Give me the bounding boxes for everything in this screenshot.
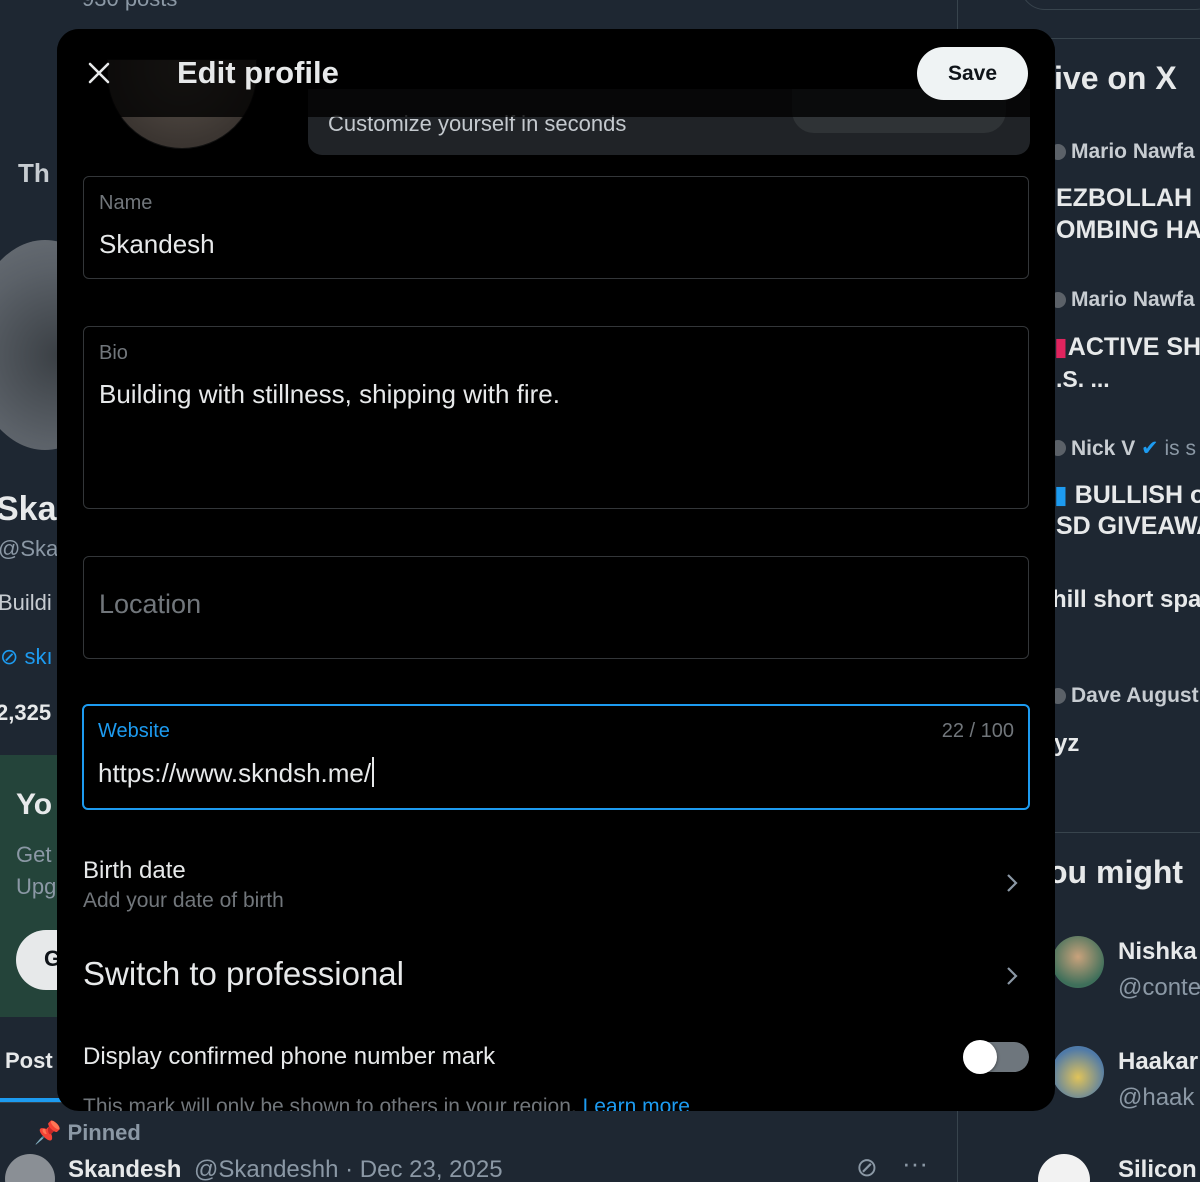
edit-profile-modal: Customize yourself in seconds Name Skand…	[57, 29, 1055, 1111]
text-caret	[372, 757, 375, 787]
premium-sub1: Get	[16, 842, 52, 867]
switch-professional-row[interactable]: Switch to professional	[83, 955, 1029, 995]
post-author[interactable]: Skandesh	[68, 1156, 181, 1182]
birth-date-subtitle: Add your date of birth	[83, 889, 284, 912]
premium-sub2: Upg	[16, 874, 57, 899]
live-author[interactable]: Mario Nawfa	[1071, 140, 1195, 164]
sidebar-divider	[1040, 38, 1200, 39]
save-button[interactable]: Save	[917, 47, 1028, 100]
modal-header: Edit profile Save	[57, 29, 1055, 117]
chart-icon: ▮	[1054, 481, 1075, 509]
suggestion-handle: @conte	[1118, 974, 1200, 1001]
pin-icon: 📌	[34, 1120, 68, 1145]
modal-scroll-area[interactable]: Customize yourself in seconds Name Skand…	[57, 29, 1055, 1111]
premium-title: Yo	[16, 788, 53, 821]
profile-bio: Buildi	[0, 590, 52, 615]
switch-professional-label: Switch to professional	[83, 955, 404, 992]
suggestion-avatar[interactable]	[1052, 1046, 1104, 1098]
suggestion-name[interactable]: Silicon	[1118, 1156, 1197, 1182]
bio-input[interactable]: Building with stillness, shipping with f…	[99, 379, 560, 410]
suggestion-avatar[interactable]	[1052, 936, 1104, 988]
name-field[interactable]: Name Skandesh	[83, 176, 1029, 279]
suggestion-name[interactable]: Haakar	[1118, 1048, 1198, 1076]
live-line: EZBOLLAH &	[1056, 184, 1200, 212]
live-line[interactable]: hill short spa	[1052, 586, 1200, 614]
chevron-right-icon	[1007, 967, 1018, 985]
bio-label: Bio	[99, 342, 128, 364]
profile-link[interactable]: ⊘ skı	[0, 644, 53, 670]
live-line: SD GIVEAWA	[1056, 512, 1200, 540]
pinned-row: 📌 Pinned	[34, 1120, 141, 1146]
close-button[interactable]	[79, 53, 119, 93]
bio-field[interactable]: Bio Building with stillness, shipping wi…	[83, 326, 1029, 509]
name-label: Name	[99, 192, 153, 214]
phone-mark-label: Display confirmed phone number mark	[83, 1043, 496, 1070]
following-count[interactable]: 2,325	[0, 700, 51, 726]
website-input[interactable]: https://www.skndsh.me/	[98, 757, 375, 789]
live-author[interactable]: Nick V ✔ is s	[1071, 436, 1196, 461]
phone-mark-row: Display confirmed phone number mark	[83, 1043, 1029, 1075]
tab-posts[interactable]: Post	[5, 1048, 53, 1074]
profile-handle: @Ska	[0, 536, 59, 561]
modal-title: Edit profile	[177, 55, 339, 90]
name-input[interactable]: Skandesh	[99, 229, 215, 260]
location-input[interactable]: Location	[99, 589, 201, 620]
sidebar-divider	[1040, 832, 1200, 833]
phone-mark-footnote: This mark will only be shown to others i…	[83, 1095, 690, 1111]
posts-count: 930 posts	[82, 0, 177, 12]
website-label: Website	[98, 720, 170, 742]
live-author[interactable]: Mario Nawfa	[1071, 288, 1195, 312]
phone-mark-toggle[interactable]	[963, 1040, 1029, 1074]
live-line: .S. ...	[1056, 366, 1110, 392]
post-meta: @Skandeshh · Dec 23, 2025	[194, 1156, 503, 1182]
website-char-counter: 22 / 100	[941, 720, 1014, 742]
header-partial: Th	[18, 158, 50, 188]
more-icon[interactable]: ···	[902, 1148, 928, 1179]
link-icon: ⊘	[0, 644, 25, 669]
live-line: yz	[1054, 730, 1080, 757]
suggestion-handle: @haak	[1118, 1084, 1195, 1111]
close-icon	[88, 62, 110, 84]
pinned-label: Pinned	[67, 1120, 141, 1145]
grok-icon[interactable]: ⊘	[856, 1152, 878, 1182]
live-line: ▮ BULLISH o	[1054, 481, 1200, 509]
live-line: ▮ACTIVE SH	[1054, 333, 1200, 361]
live-author[interactable]: Dave August	[1071, 684, 1199, 708]
profile-link-text: skı	[24, 644, 53, 669]
search-box[interactable]	[1020, 0, 1200, 10]
birth-date-row[interactable]: Birth date Add your date of birth	[83, 857, 1029, 917]
birth-date-title: Birth date	[83, 857, 186, 884]
live-line: OMBING HA	[1056, 216, 1200, 244]
alarm-icon: ▮	[1054, 333, 1068, 361]
suggestion-name[interactable]: Nishka	[1118, 938, 1197, 966]
location-field[interactable]: Location	[83, 556, 1029, 659]
website-field[interactable]: Website 22 / 100 https://www.skndsh.me/	[82, 704, 1030, 810]
learn-more-link[interactable]: Learn more	[583, 1095, 690, 1111]
chevron-right-icon	[1007, 874, 1018, 892]
live-title: ive on X	[1054, 60, 1177, 96]
verified-icon: ✔	[1141, 437, 1159, 460]
toggle-knob	[963, 1040, 997, 1074]
might-like-title: ou might	[1048, 854, 1184, 890]
